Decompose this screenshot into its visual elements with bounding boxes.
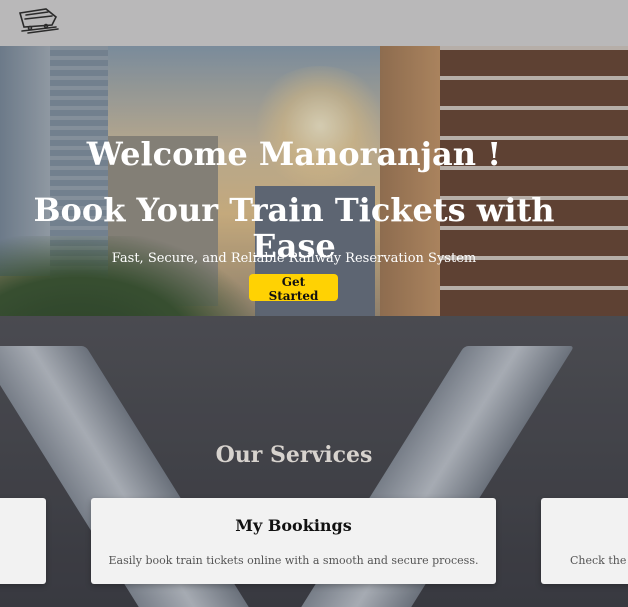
services-title: Our Services	[215, 442, 373, 468]
service-card-description: Check the d	[570, 554, 628, 567]
navbar	[0, 0, 628, 46]
service-card[interactable]: Check the d	[541, 498, 628, 584]
service-card-my-bookings[interactable]: My Bookings Easily book train tickets on…	[91, 498, 496, 584]
service-card-description: Easily book train tickets online with a …	[108, 554, 479, 567]
service-card[interactable]	[0, 498, 46, 584]
welcome-heading: Welcome Manoranjan !	[86, 135, 502, 173]
service-card-title: My Bookings	[235, 516, 352, 535]
hero-tagline: Fast, Secure, and Reliable Railway Reser…	[111, 251, 477, 266]
train-logo-icon[interactable]	[16, 5, 60, 35]
get-started-button[interactable]: Get Started	[249, 274, 338, 303]
